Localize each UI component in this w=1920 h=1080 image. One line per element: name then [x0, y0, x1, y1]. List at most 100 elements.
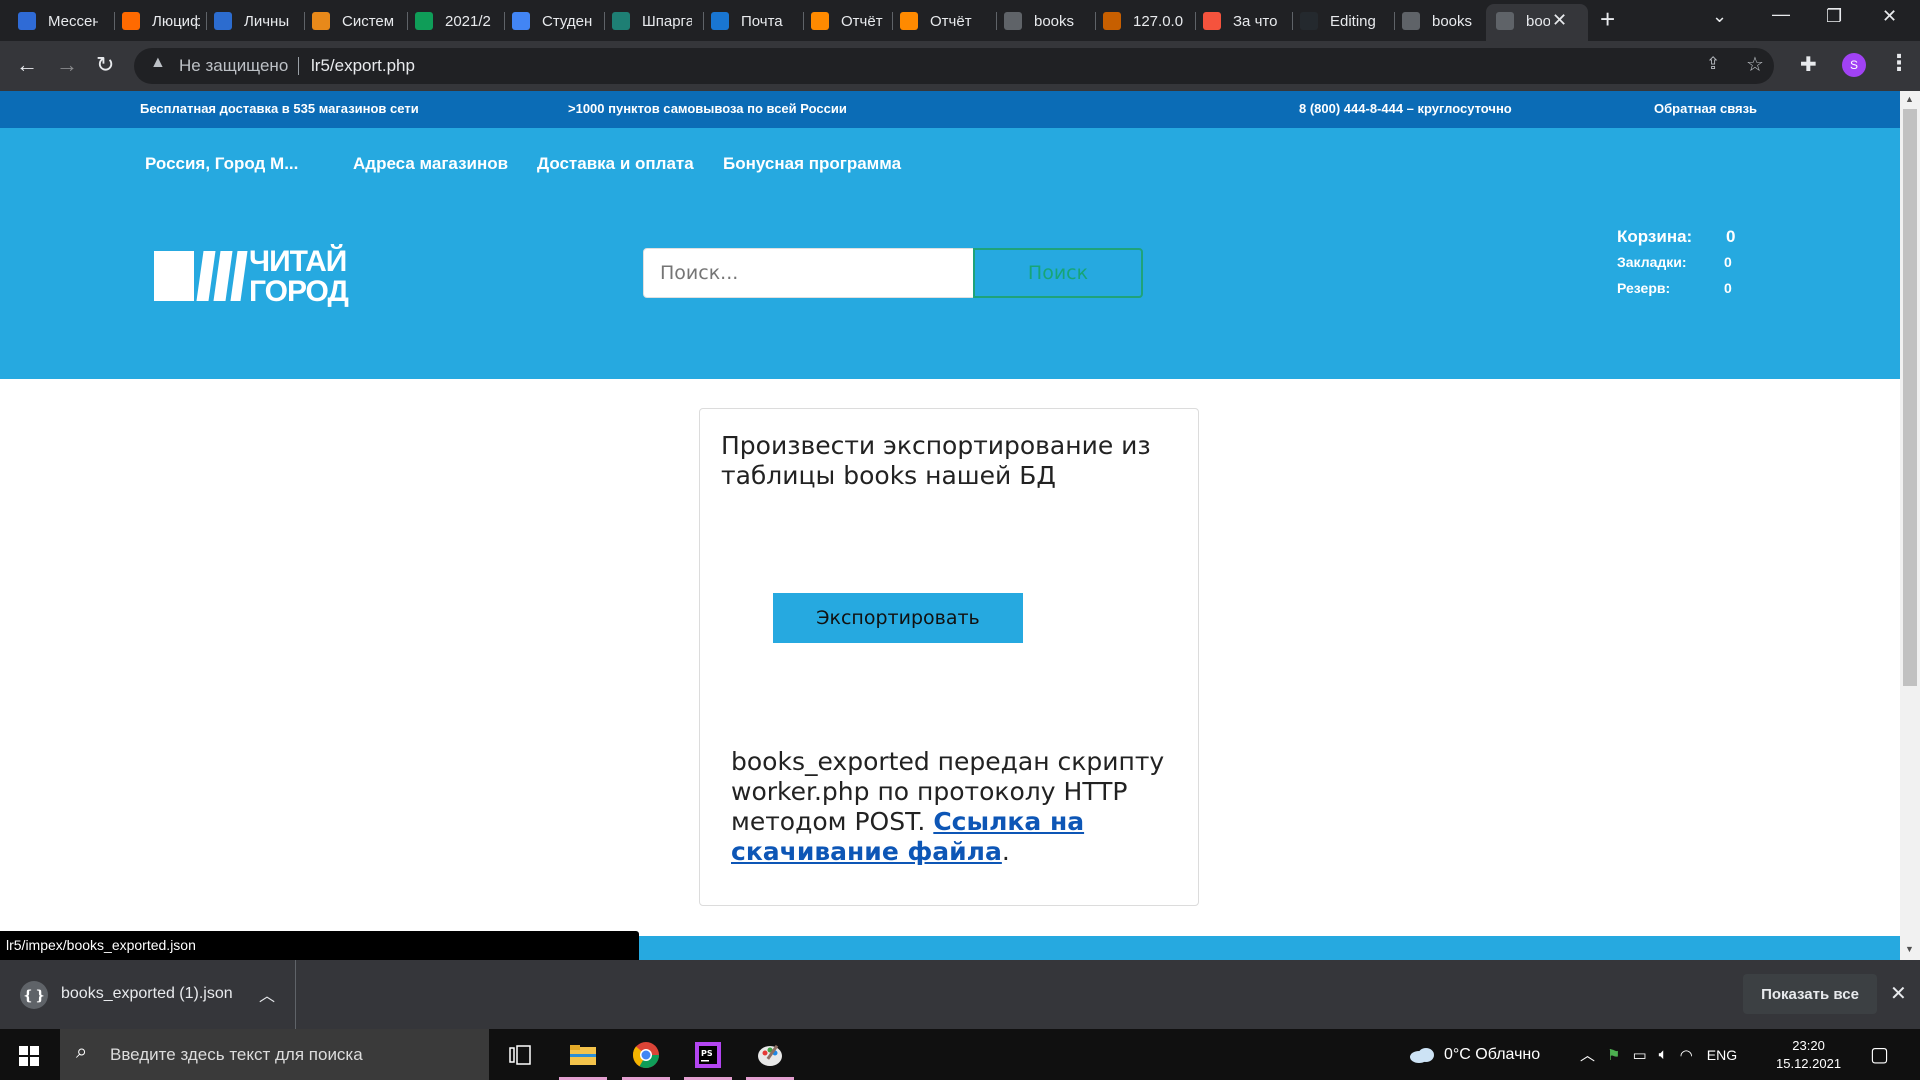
- browser-tab[interactable]: Мессен: [18, 8, 98, 34]
- browser-tab[interactable]: books: [1004, 8, 1084, 34]
- tab-search-icon[interactable]: ⌄: [1712, 6, 1727, 27]
- browser-tab[interactable]: boo: [1496, 8, 1550, 34]
- phone-info[interactable]: 8 (800) 444-8-444 – круглосуточно: [1299, 101, 1512, 116]
- logo-text-bottom: ГОРОД: [249, 275, 349, 308]
- cart-value: 0: [1726, 227, 1736, 246]
- warning-icon[interactable]: ▲: [150, 54, 166, 72]
- screen: Мессен Люциф Личны Систем 2021/2 Студен Шпарга…: [0, 0, 1920, 1080]
- scroll-thumb[interactable]: [1903, 109, 1917, 686]
- profile-avatar[interactable]: S: [1842, 53, 1866, 77]
- tab-separator: [1195, 12, 1196, 30]
- scroll-up-icon[interactable]: ▲: [1905, 94, 1914, 104]
- wifi-icon[interactable]: ◠: [1680, 1046, 1693, 1064]
- page-scrollbar[interactable]: ▲ ▼: [1900, 91, 1920, 960]
- language-indicator[interactable]: ENG: [1707, 1047, 1737, 1063]
- tab-separator: [504, 12, 505, 30]
- minimize-icon[interactable]: —: [1772, 4, 1790, 25]
- cart-label: Корзина:: [1617, 227, 1693, 246]
- habr-icon: [1203, 12, 1221, 30]
- nav-bonus[interactable]: Бонусная программа: [723, 154, 901, 174]
- reload-icon[interactable]: ↻: [96, 52, 114, 78]
- docs-icon: [512, 12, 530, 30]
- search-button[interactable]: Поиск: [973, 248, 1143, 298]
- back-icon[interactable]: ←: [16, 52, 38, 78]
- tab-separator: [1292, 12, 1293, 30]
- scroll-down-icon[interactable]: ▼: [1905, 944, 1914, 954]
- weather-text[interactable]: 0°C Облачно: [1444, 1046, 1540, 1064]
- browser-tab[interactable]: Почта: [711, 8, 791, 34]
- tab-label: Editing: [1330, 12, 1376, 30]
- download-item[interactable]: ❴❵ books_exported (1).json ︿: [0, 960, 296, 1029]
- browser-tab[interactable]: 127.0.0: [1103, 8, 1183, 34]
- link-status-bubble: lr5/impex/books_exported.json: [0, 931, 639, 960]
- search-icon: ⌕: [76, 1041, 88, 1063]
- browser-tab[interactable]: Люциф: [122, 8, 200, 34]
- task-view-icon[interactable]: [492, 1029, 548, 1080]
- volume-icon[interactable]: 🔈︎: [1659, 1046, 1668, 1063]
- url-text[interactable]: lr5/export.php: [311, 56, 415, 76]
- new-tab-icon[interactable]: +: [1600, 4, 1615, 35]
- tray-expand-icon[interactable]: ︿: [1580, 1044, 1595, 1065]
- browser-tab[interactable]: Отчёт: [811, 8, 887, 34]
- file-explorer-icon[interactable]: [555, 1029, 611, 1080]
- weather-widget[interactable]: 0°C Облачно: [1408, 1029, 1540, 1080]
- close-tab-icon[interactable]: ✕: [1552, 10, 1567, 31]
- bookmarks-value: 0: [1724, 254, 1732, 270]
- restore-icon[interactable]: ❐: [1826, 6, 1842, 27]
- show-all-downloads-button[interactable]: Показать все: [1743, 974, 1877, 1014]
- browser-tab[interactable]: Систем: [312, 8, 394, 34]
- github-icon: [1300, 12, 1318, 30]
- browser-tab[interactable]: books: [1402, 8, 1478, 34]
- clock[interactable]: 23:20 15.12.2021: [1776, 1037, 1841, 1073]
- browser-tab[interactable]: Отчёт: [900, 8, 980, 34]
- tab-label: books: [1034, 12, 1075, 30]
- chrome-icon[interactable]: [618, 1029, 674, 1080]
- download-shelf: ❴❵ books_exported (1).json ︿ Показать вс…: [0, 960, 1920, 1029]
- sheets-icon: [415, 12, 433, 30]
- system-tray: ︿ ⚑ ▭ 🔈︎ ◠ ENG: [1580, 1029, 1737, 1080]
- forward-icon[interactable]: →: [56, 52, 78, 78]
- windows-start-icon[interactable]: [19, 1046, 39, 1066]
- security-label[interactable]: Не защищено: [179, 56, 288, 76]
- tab-separator: [1095, 12, 1096, 30]
- city-selector[interactable]: Россия, Город М...: [145, 154, 298, 174]
- taskbar-search[interactable]: ⌕ Введите здесь текст для поиска: [60, 1029, 489, 1080]
- browser-tab[interactable]: Шпарга: [612, 8, 692, 34]
- export-result: books_exported передан скрипту worker.ph…: [731, 747, 1171, 867]
- feedback-link[interactable]: Обратная связь: [1654, 101, 1757, 116]
- cloud-orange-icon: [900, 12, 918, 30]
- battery-icon[interactable]: ▭: [1632, 1046, 1646, 1064]
- browser-tab[interactable]: За что: [1203, 8, 1283, 34]
- logo-stripe: [196, 251, 216, 301]
- browser-tab[interactable]: Личны: [214, 8, 294, 34]
- notifications-icon[interactable]: ▢: [1870, 1029, 1889, 1080]
- share-icon[interactable]: ⇪: [1706, 54, 1720, 74]
- browser-tab[interactable]: 2021/2: [415, 8, 493, 34]
- close-shelf-icon[interactable]: ✕: [1890, 981, 1907, 1006]
- globe-icon: [1004, 12, 1022, 30]
- download-file-name[interactable]: books_exported (1).json: [61, 985, 233, 1003]
- address-bar[interactable]: ▲ Не защищено lr5/export.php ⇪ ☆: [134, 48, 1774, 84]
- clock-date: 15.12.2021: [1776, 1056, 1842, 1071]
- cloud-orange-icon: [811, 12, 829, 30]
- chevron-up-icon[interactable]: ︿: [259, 982, 275, 1006]
- menu-icon[interactable]: ⋮: [1888, 50, 1910, 76]
- phpstorm-icon[interactable]: PS: [680, 1029, 736, 1080]
- browser-tab[interactable]: Editing: [1300, 8, 1382, 34]
- extensions-icon[interactable]: ✚: [1800, 52, 1817, 77]
- tab-separator: [114, 12, 115, 30]
- tab-separator: [703, 12, 704, 30]
- taskbar-search-placeholder[interactable]: Введите здесь текст для поиска: [110, 1045, 363, 1065]
- flag-icon[interactable]: ⚑: [1607, 1046, 1620, 1064]
- close-window-icon[interactable]: ✕: [1882, 6, 1897, 27]
- nav-stores[interactable]: Адреса магазинов: [353, 154, 508, 174]
- reserve-value: 0: [1724, 280, 1732, 296]
- browser-tab[interactable]: Студен: [512, 8, 592, 34]
- windows-taskbar: ⌕ Введите здесь текст для поиска PS 0°C …: [0, 1029, 1920, 1080]
- paint-icon[interactable]: [742, 1029, 798, 1080]
- site-logo[interactable]: ЧИТАЙ ГОРОД: [153, 241, 353, 311]
- search-input[interactable]: [643, 248, 974, 298]
- bookmark-star-icon[interactable]: ☆: [1746, 52, 1764, 77]
- nav-delivery[interactable]: Доставка и оплата: [537, 154, 694, 174]
- export-button[interactable]: Экспортировать: [773, 593, 1023, 643]
